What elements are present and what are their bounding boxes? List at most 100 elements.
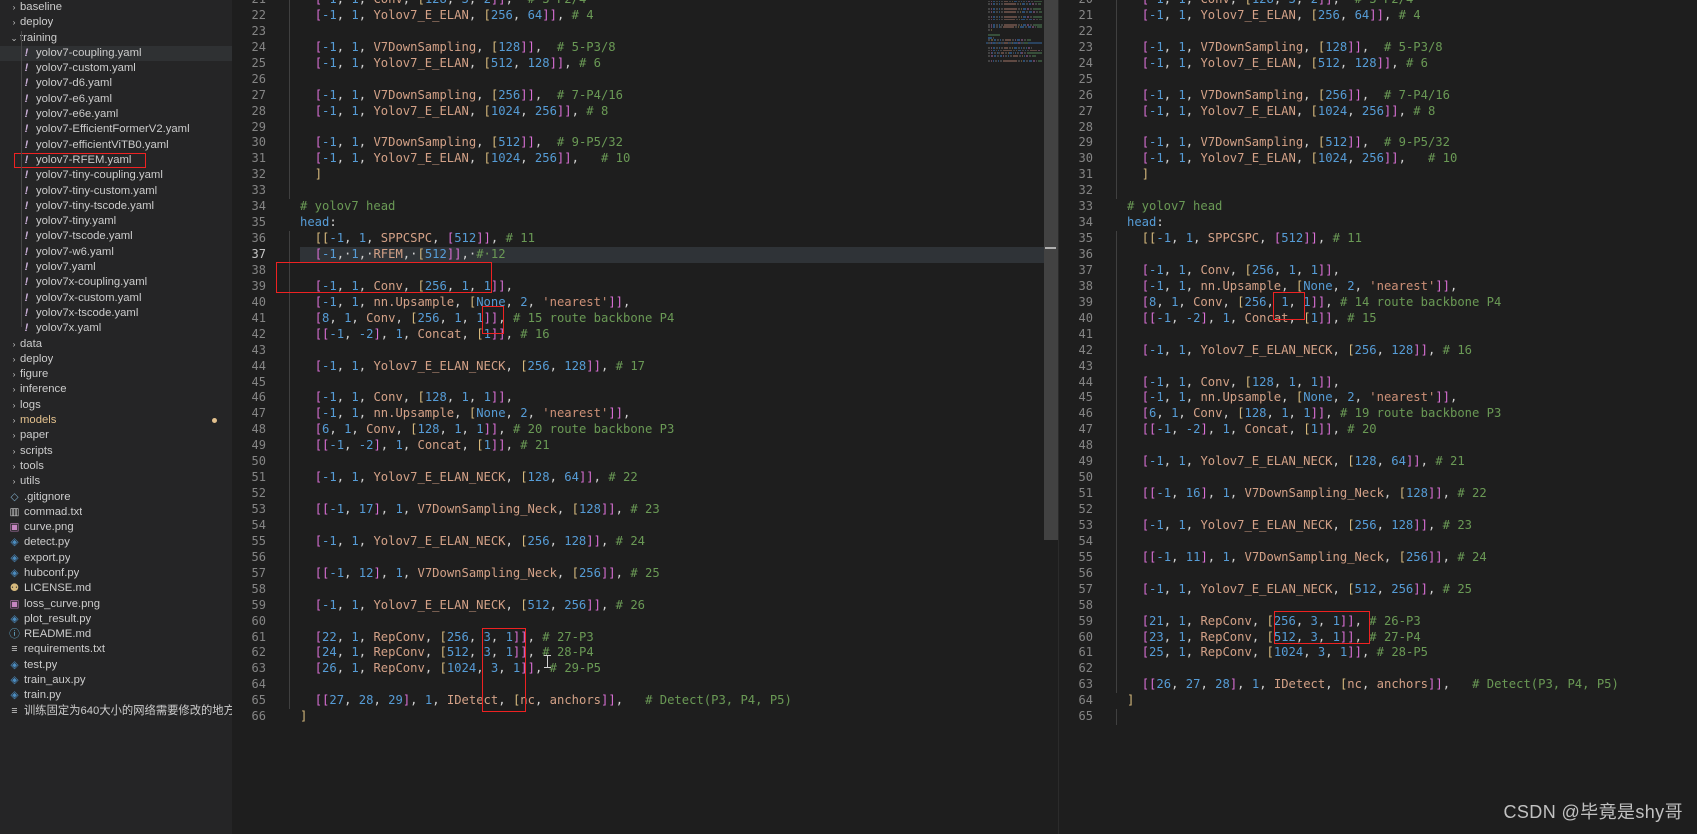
- code-line[interactable]: 46 [-1, 1, Conv, [128, 1, 1]],: [232, 390, 1058, 407]
- tree-file-row[interactable]: ≡ requirements.txt: [0, 642, 232, 657]
- code-line[interactable]: 45 [-1, 1, nn.Upsample, [None, 2, 'neare…: [1059, 390, 1697, 407]
- tree-file-row[interactable]: ! yolov7-tscode.yaml: [0, 229, 232, 244]
- code-line[interactable]: 38: [232, 262, 1058, 279]
- editor-pane-right[interactable]: 20 [-1, 1, Conv, [128, 3, 2]], # 3-P2/42…: [1059, 0, 1697, 834]
- minimap[interactable]: [986, 0, 1042, 62]
- code-line[interactable]: 21 [-1, 1, Yolov7_E_ELAN, [256, 64]], # …: [1059, 7, 1697, 24]
- code-text[interactable]: [6, 1, Conv, [128, 1, 1]], # 20 route ba…: [300, 422, 1058, 438]
- code-line[interactable]: 56: [1059, 565, 1697, 582]
- code-line[interactable]: 65: [1059, 709, 1697, 726]
- tree-folder-row[interactable]: › scripts: [0, 444, 232, 459]
- code-text[interactable]: [[-1, 1, SPPCSPC, [512]], # 11: [1127, 231, 1697, 247]
- code-text[interactable]: [1127, 709, 1697, 725]
- code-line[interactable]: 49 [[-1, -2], 1, Concat, [1]], # 21: [232, 438, 1058, 455]
- code-line[interactable]: 49 [-1, 1, Yolov7_E_ELAN_NECK, [128, 64]…: [1059, 454, 1697, 471]
- tree-file-row[interactable]: ! yolov7-EfficientFormerV2.yaml: [0, 122, 232, 137]
- code-text[interactable]: [300, 486, 1058, 502]
- code-content-left[interactable]: 21 [-1, 1, Conv, [128, 3, 2]], # 3-P2/42…: [232, 0, 1058, 725]
- code-text[interactable]: [1127, 359, 1697, 375]
- chevron-down-icon[interactable]: ⌄: [8, 31, 20, 46]
- code-text[interactable]: [300, 72, 1058, 88]
- editor-pane-left[interactable]: 21 [-1, 1, Conv, [128, 3, 2]], # 3-P2/42…: [232, 0, 1058, 834]
- code-line[interactable]: 25 [-1, 1, Yolov7_E_ELAN, [512, 128]], #…: [232, 55, 1058, 72]
- code-line[interactable]: 27 [-1, 1, Yolov7_E_ELAN, [1024, 256]], …: [1059, 103, 1697, 120]
- code-text[interactable]: [[-1, 17], 1, V7DownSampling_Neck, [128]…: [300, 502, 1058, 518]
- code-line[interactable]: 42 [[-1, -2], 1, Concat, [1]], # 16: [232, 326, 1058, 343]
- code-line[interactable]: 58: [1059, 597, 1697, 614]
- code-line[interactable]: 55 [-1, 1, Yolov7_E_ELAN_NECK, [256, 128…: [232, 533, 1058, 550]
- code-text[interactable]: [-1, 1, V7DownSampling, [512]], # 9-P5/3…: [1127, 135, 1697, 151]
- code-text[interactable]: [-1, 1, nn.Upsample, [None, 2, 'nearest'…: [300, 406, 1058, 422]
- tree-file-row[interactable]: ! yolov7x-custom.yaml: [0, 291, 232, 306]
- code-line[interactable]: 41 [8, 1, Conv, [256, 1, 1]], # 15 route…: [232, 310, 1058, 327]
- code-text[interactable]: [1127, 598, 1697, 614]
- code-line[interactable]: 46 [6, 1, Conv, [128, 1, 1]], # 19 route…: [1059, 406, 1697, 423]
- code-text[interactable]: [-1, 1, nn.Upsample, [None, 2, 'nearest'…: [1127, 390, 1697, 406]
- code-text[interactable]: [-1,·1,·RFEM,·[512]],·#·12: [300, 247, 1058, 263]
- code-text[interactable]: [26, 1, RepConv, [1024, 3, 1]], # 29-P5: [300, 661, 1058, 677]
- code-line[interactable]: 59 [-1, 1, Yolov7_E_ELAN_NECK, [512, 256…: [232, 597, 1058, 614]
- code-line[interactable]: 23 [-1, 1, V7DownSampling, [128]], # 5-P…: [1059, 39, 1697, 56]
- code-text[interactable]: [-1, 1, Yolov7_E_ELAN, [1024, 256]], # 8: [1127, 104, 1697, 120]
- code-text[interactable]: [-1, 1, Conv, [256, 1, 1]],: [300, 279, 1058, 295]
- code-text[interactable]: [-1, 1, Conv, [256, 1, 1]],: [1127, 263, 1697, 279]
- tree-file-row[interactable]: ! yolov7-RFEM.yaml: [0, 152, 232, 168]
- code-text[interactable]: [300, 263, 1058, 279]
- code-text[interactable]: [300, 343, 1058, 359]
- tree-file-row[interactable]: ◈ plot_result.py: [0, 612, 232, 627]
- code-line[interactable]: 61 [25, 1, RepConv, [1024, 3, 1]], # 28-…: [1059, 645, 1697, 662]
- code-line[interactable]: 57 [-1, 1, Yolov7_E_ELAN_NECK, [512, 256…: [1059, 581, 1697, 598]
- tree-file-row[interactable]: ! yolov7-custom.yaml: [0, 61, 232, 76]
- tree-file-row[interactable]: ! yolov7x-coupling.yaml: [0, 275, 232, 290]
- tree-folder-row[interactable]: › data: [0, 337, 232, 352]
- code-text[interactable]: [1127, 120, 1697, 136]
- chevron-right-icon[interactable]: ›: [8, 444, 20, 459]
- code-line[interactable]: 22: [1059, 23, 1697, 40]
- tree-folder-row[interactable]: › figure: [0, 367, 232, 382]
- code-text[interactable]: [6, 1, Conv, [128, 1, 1]], # 19 route ba…: [1127, 406, 1697, 422]
- code-text[interactable]: [-1, 1, V7DownSampling, [128]], # 5-P3/8: [1127, 40, 1697, 56]
- code-line[interactable]: 65 [[27, 28, 29], 1, IDetect, [nc, ancho…: [232, 693, 1058, 710]
- code-text[interactable]: [300, 550, 1058, 566]
- code-line[interactable]: 32 ]: [232, 167, 1058, 184]
- chevron-right-icon[interactable]: ›: [8, 428, 20, 443]
- tree-folder-row[interactable]: › baseline: [0, 0, 232, 15]
- code-line[interactable]: 52: [1059, 502, 1697, 518]
- code-line[interactable]: 39 [8, 1, Conv, [256, 1, 1]], # 14 route…: [1059, 294, 1697, 311]
- code-line[interactable]: 24 [-1, 1, Yolov7_E_ELAN, [512, 128]], #…: [1059, 55, 1697, 72]
- code-line[interactable]: 50: [232, 454, 1058, 471]
- code-line[interactable]: 63 [[26, 27, 28], 1, IDetect, [nc, ancho…: [1059, 677, 1697, 694]
- code-line[interactable]: 53 [[-1, 17], 1, V7DownSampling_Neck, [1…: [232, 502, 1058, 518]
- code-text[interactable]: [-1, 1, Yolov7_E_ELAN, [512, 128]], # 6: [300, 56, 1058, 72]
- code-line[interactable]: 36: [1059, 247, 1697, 263]
- code-line[interactable]: 63 [26, 1, RepConv, [1024, 3, 1]], # 29-…: [232, 661, 1058, 678]
- code-text[interactable]: [-1, 1, Conv, [128, 3, 2]], # 3-P2/4: [1127, 0, 1697, 8]
- tree-folder-row[interactable]: › inference: [0, 382, 232, 397]
- code-line[interactable]: 25: [1059, 71, 1697, 88]
- code-line[interactable]: 44 [-1, 1, Yolov7_E_ELAN_NECK, [256, 128…: [232, 358, 1058, 375]
- code-text[interactable]: [25, 1, RepConv, [1024, 3, 1]], # 28-P5: [1127, 645, 1697, 661]
- code-line[interactable]: 31 [-1, 1, Yolov7_E_ELAN, [1024, 256]], …: [232, 151, 1058, 168]
- code-text[interactable]: ]: [1127, 167, 1697, 183]
- file-tree[interactable]: › baseline › deploy ⌄ training! yolov7-couplin…: [0, 0, 232, 719]
- code-line[interactable]: 37 [-1, 1, Conv, [256, 1, 1]],: [1059, 262, 1697, 279]
- code-text[interactable]: [-1, 1, Conv, [128, 1, 1]],: [1127, 375, 1697, 391]
- scrollbar-thumb[interactable]: [1044, 0, 1058, 540]
- tree-file-row[interactable]: ! yolov7-efficientViTB0.yaml: [0, 138, 232, 153]
- code-text[interactable]: [[-1, -2], 1, Concat, [1]], # 16: [300, 327, 1058, 343]
- code-line[interactable]: 26: [232, 71, 1058, 88]
- code-line[interactable]: 55 [[-1, 11], 1, V7DownSampling_Neck, [2…: [1059, 549, 1697, 566]
- code-line[interactable]: 40 [-1, 1, nn.Upsample, [None, 2, 'neare…: [232, 294, 1058, 311]
- code-text[interactable]: # yolov7 head: [1127, 199, 1697, 215]
- tree-file-row[interactable]: ! yolov7-tiny.yaml: [0, 214, 232, 229]
- code-text[interactable]: [1127, 183, 1697, 199]
- tree-file-row[interactable]: ◈ train.py: [0, 688, 232, 703]
- code-line[interactable]: 22 [-1, 1, Yolov7_E_ELAN, [256, 64]], # …: [232, 7, 1058, 24]
- tree-file-row[interactable]: ◈ detect.py: [0, 535, 232, 550]
- code-text[interactable]: [1127, 470, 1697, 486]
- code-text[interactable]: [1127, 502, 1697, 518]
- code-text[interactable]: [-1, 1, Conv, [128, 1, 1]],: [300, 390, 1058, 406]
- code-text[interactable]: [300, 582, 1058, 598]
- code-line[interactable]: 29 [-1, 1, V7DownSampling, [512]], # 9-P…: [1059, 135, 1697, 152]
- tree-file-row[interactable]: ◈ hubconf.py: [0, 566, 232, 581]
